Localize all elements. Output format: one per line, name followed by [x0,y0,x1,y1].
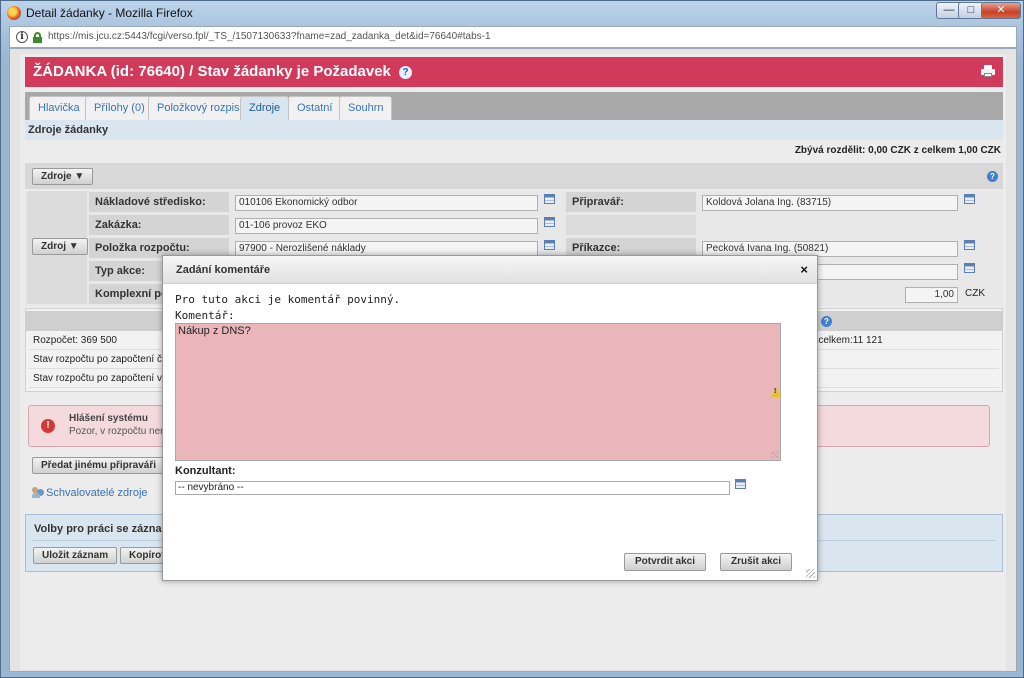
page-content: ŽÁDANKA (id: 76640) / Stav žádanky je Po… [9,48,1017,672]
consultant-picker-icon[interactable] [735,479,746,489]
info-icon[interactable]: i [16,31,28,43]
textarea-resize-handle[interactable] [771,451,778,458]
dialog-resize-handle[interactable] [806,569,815,578]
confirm-action-button[interactable]: Potvrdit akci [624,553,707,571]
comment-textarea[interactable]: Nákup z DNS? [175,323,781,461]
window-titlebar: Detail žádanky - Mozilla Firefox — □ ✕ [1,1,1023,25]
comment-dialog: Zadání komentáře × Pro tuto akci je kome… [162,255,818,581]
browser-window: Detail žádanky - Mozilla Firefox — □ ✕ i… [0,0,1024,678]
window-title: Detail žádanky - Mozilla Firefox [26,6,193,20]
warning-icon [771,388,781,397]
close-dialog-icon[interactable]: × [800,262,808,277]
firefox-icon [7,6,21,20]
dialog-header: Zadání komentáře × [163,256,817,284]
comment-text: Nákup z DNS? [178,325,251,337]
close-window-button[interactable]: ✕ [981,2,1021,19]
comment-label: Komentář: [175,309,235,322]
consultant-select[interactable]: -- nevybráno -- [175,481,730,495]
url-text[interactable]: https://mis.jcu.cz:5443/fcgi/verso.fpl/_… [48,31,491,42]
dialog-info-text: Pro tuto akci je komentář povinný. [175,293,401,306]
consultant-label: Konzultant: [175,465,236,477]
modal-overlay: Zadání komentáře × Pro tuto akci je kome… [10,49,1018,673]
lock-icon [33,32,42,43]
cancel-action-button[interactable]: Zrušit akci [720,553,793,571]
dialog-title: Zadání komentáře [176,264,271,276]
address-bar[interactable]: i https://mis.jcu.cz:5443/fcgi/verso.fpl… [9,26,1017,48]
